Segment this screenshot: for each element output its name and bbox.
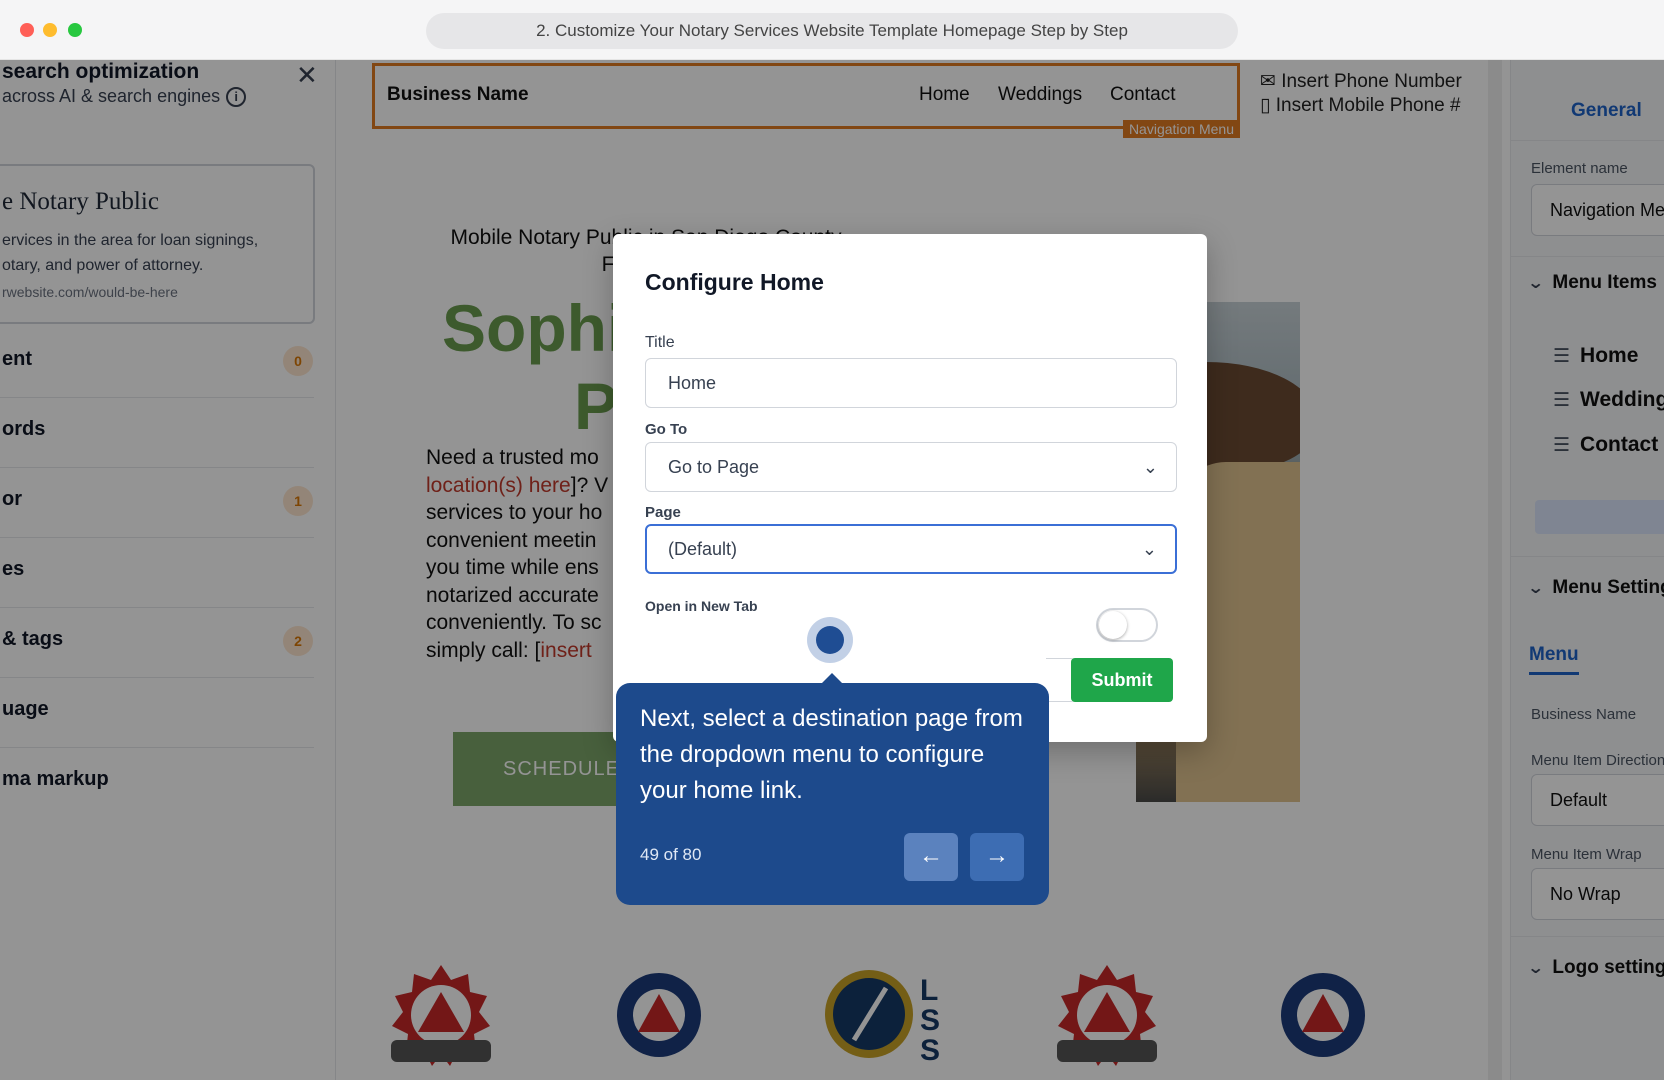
title-label: Title [645, 334, 675, 351]
goto-select[interactable]: Go to Page ⌄ [645, 442, 1177, 492]
editor-area: search optimization ✕ across AI & search… [0, 60, 1664, 1080]
chevron-down-icon: ⌄ [1141, 539, 1157, 559]
click-indicator-dot [816, 626, 844, 654]
tour-tooltip: Next, select a destination page from the… [616, 683, 1049, 905]
goto-label: Go To [645, 421, 688, 438]
new-tab-label: Open in New Tab [645, 598, 758, 614]
arrow-right-icon: → [985, 842, 1009, 869]
maximize-window-button[interactable] [68, 23, 82, 37]
tour-step-counter: 49 of 80 [640, 845, 702, 864]
app-window: 2. Customize Your Notary Services Websit… [0, 0, 1664, 1080]
title-input[interactable]: Home [645, 358, 1177, 408]
page-label: Page [645, 504, 681, 521]
minimize-window-button[interactable] [43, 23, 57, 37]
dialog-title: Configure Home [645, 269, 824, 295]
arrow-left-icon: ← [919, 842, 943, 869]
submit-button[interactable]: Submit [1071, 658, 1173, 702]
tour-instruction: Next, select a destination page from the… [640, 705, 1023, 804]
title-bar: 2. Customize Your Notary Services Websit… [0, 0, 1664, 60]
chevron-down-icon: ⌄ [1142, 457, 1158, 477]
close-window-button[interactable] [20, 23, 34, 37]
window-title: 2. Customize Your Notary Services Websit… [426, 13, 1238, 49]
tour-previous-button[interactable]: ← [904, 833, 958, 881]
tour-next-button[interactable]: → [970, 833, 1024, 881]
configure-home-dialog: Configure Home Title Home Go To Go to Pa… [613, 234, 1207, 742]
open-in-new-tab-toggle[interactable] [1096, 608, 1158, 642]
page-select[interactable]: (Default) ⌄ [645, 524, 1177, 574]
